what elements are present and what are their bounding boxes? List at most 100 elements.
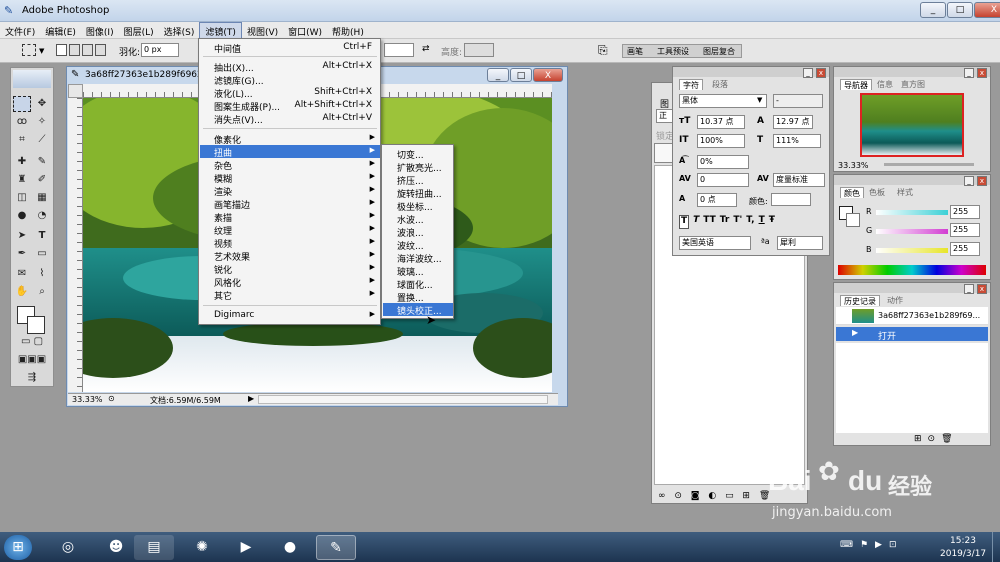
well-tab-tool-presets[interactable]: 工具预设 xyxy=(657,46,689,57)
type-tool-icon[interactable]: T xyxy=(33,228,51,244)
menu-item-liquify[interactable]: 液化(L)... Shift+Ctrl+X xyxy=(200,86,380,100)
history-brush-tool-icon[interactable]: ✐ xyxy=(33,172,51,188)
submenu-item-ripple[interactable]: 波纹... xyxy=(383,238,453,252)
menu-edit[interactable]: 编辑(E) xyxy=(40,22,81,39)
width-input[interactable] xyxy=(384,43,414,57)
menu-item-artistic[interactable]: 艺术效果 ▶ xyxy=(200,249,380,263)
dodge-tool-icon[interactable]: ◔ xyxy=(33,208,51,224)
start-button[interactable]: ⊞ xyxy=(4,535,32,560)
navigator-thumbnail[interactable] xyxy=(860,93,964,157)
taskbar-qq-icon[interactable]: ☻ xyxy=(96,535,136,560)
kerning-mode-select[interactable]: 度量标准 xyxy=(773,173,825,187)
palette-well-icon[interactable]: ⎘ xyxy=(598,43,608,58)
add-selection-icon[interactable] xyxy=(69,44,80,56)
tab-paragraph[interactable]: 段落 xyxy=(709,79,731,90)
taskbar-360-browser-icon[interactable]: ◎ xyxy=(48,535,88,560)
feather-input[interactable]: 0 px xyxy=(141,43,179,57)
submenu-item-spherize[interactable]: 球面化... xyxy=(383,277,453,291)
intersect-selection-icon[interactable] xyxy=(95,44,106,56)
horizontal-scrollbar[interactable] xyxy=(258,395,548,404)
submenu-item-shear[interactable]: 切变... xyxy=(383,147,453,161)
menu-item-render[interactable]: 渲染 ▶ xyxy=(200,184,380,198)
horizontal-scale-input[interactable]: 111% xyxy=(773,134,821,148)
marquee-tool-icon[interactable] xyxy=(13,96,31,112)
tracking-select[interactable]: 0% xyxy=(697,155,749,169)
shape-tool-icon[interactable]: ▭ xyxy=(33,246,51,262)
channel-b-slider[interactable] xyxy=(876,248,948,253)
document-close-button[interactable]: X xyxy=(533,68,563,82)
menu-item-last-filter[interactable]: 中间值 Ctrl+F xyxy=(200,41,380,55)
menu-item-filter-gallery[interactable]: 滤镜库(G)... xyxy=(200,73,380,87)
menu-item-sketch[interactable]: 素描 ▶ xyxy=(200,210,380,224)
move-tool-icon[interactable]: ✥ xyxy=(33,96,51,112)
magic-wand-tool-icon[interactable]: ✧ xyxy=(33,114,51,130)
notes-tool-icon[interactable]: ✉ xyxy=(13,266,31,282)
menu-item-extract[interactable]: 抽出(X)... Alt+Ctrl+X xyxy=(200,60,380,74)
menu-file[interactable]: 文件(F) xyxy=(0,22,40,39)
menu-item-blur[interactable]: 模糊 ▶ xyxy=(200,171,380,185)
leading-input[interactable]: 12.97 点 xyxy=(773,115,813,129)
lasso-tool-icon[interactable]: ꝏ xyxy=(13,114,31,130)
healing-brush-tool-icon[interactable]: ✚ xyxy=(13,154,31,170)
menu-item-digimarc[interactable]: Digimarc ▶ xyxy=(200,309,380,322)
menu-view[interactable]: 视图(V) xyxy=(242,22,283,39)
toolbox-header-feather-icon[interactable] xyxy=(13,70,51,88)
marquee-preset-icon[interactable] xyxy=(22,44,36,56)
minimize-button[interactable]: _ xyxy=(920,2,946,18)
all-caps-button[interactable]: TT xyxy=(703,215,716,229)
submenu-item-twirl[interactable]: 旋转扭曲... xyxy=(383,186,453,200)
system-tray-icons[interactable]: ⌨⚑▶⊡ xyxy=(840,540,940,554)
font-family-select[interactable]: 黑体 xyxy=(679,94,767,108)
channel-b-value[interactable]: 255 xyxy=(950,242,980,256)
quick-mask-mode-icon[interactable]: ▭ ▢ xyxy=(13,334,51,350)
tab-info[interactable]: 信息 xyxy=(874,79,896,90)
history-state-row[interactable]: ▶ 打开 xyxy=(836,327,988,342)
history-panel-minimize-button[interactable]: _ xyxy=(964,284,974,294)
language-select[interactable]: 美国英语 xyxy=(679,236,751,250)
history-panel-close-button[interactable]: x xyxy=(977,284,987,294)
crop-tool-icon[interactable]: ⌗ xyxy=(13,132,31,148)
navigator-zoom-slider[interactable] xyxy=(884,163,974,166)
text-color-swatch[interactable] xyxy=(771,193,811,206)
history-footer-buttons[interactable]: ⊞⊙🗑 xyxy=(914,434,959,444)
menu-window[interactable]: 窗口(W) xyxy=(283,22,327,39)
history-snapshot-row[interactable]: 3a68ff27363e1b289f69... xyxy=(836,307,988,325)
clock-date[interactable]: 2019/3/17 xyxy=(940,549,986,559)
brush-tool-icon[interactable]: ✎ xyxy=(33,154,51,170)
font-size-input[interactable]: 10.37 点 xyxy=(697,115,745,129)
vertical-scale-input[interactable]: 100% xyxy=(697,134,745,148)
character-panel-close-button[interactable]: x xyxy=(816,68,826,78)
document-maximize-button[interactable]: □ xyxy=(510,68,532,82)
menu-image[interactable]: 图像(I) xyxy=(81,22,119,39)
eyedropper-tool-icon[interactable]: ⌇ xyxy=(33,266,51,282)
well-tab-layer-comps[interactable]: 图层复合 xyxy=(703,46,735,57)
font-family-chevron-icon[interactable]: ▼ xyxy=(757,96,762,104)
anti-alias-select[interactable]: 犀利 xyxy=(777,236,823,250)
channel-r-value[interactable]: 255 xyxy=(950,205,980,219)
kerning-select[interactable]: 0 xyxy=(697,173,749,187)
baseline-shift-input[interactable]: 0 点 xyxy=(697,193,737,207)
background-swatch[interactable] xyxy=(846,213,860,227)
clock-time[interactable]: 15:23 xyxy=(950,536,976,546)
menu-layer[interactable]: 图层(L) xyxy=(119,22,159,39)
taskbar-photoshop-icon[interactable]: ✎ xyxy=(316,535,356,560)
tab-color[interactable]: 颜色 xyxy=(840,187,864,198)
submenu-item-polar-coordinates[interactable]: 极坐标... xyxy=(383,199,453,213)
submenu-item-pinch[interactable]: 挤压... xyxy=(383,173,453,187)
channel-g-value[interactable]: 255 xyxy=(950,223,980,237)
color-panel-close-button[interactable]: x xyxy=(977,176,987,186)
menu-filter[interactable]: 滤镜(T) xyxy=(199,22,242,39)
zoom-readout[interactable]: 33.33% xyxy=(72,395,103,404)
subscript-button[interactable]: T, xyxy=(746,215,754,229)
submenu-item-ocean-ripple[interactable]: 海洋波纹... xyxy=(383,251,453,265)
slice-tool-icon[interactable]: ⟋ xyxy=(33,132,51,148)
status-options-icon[interactable]: ⊙ xyxy=(108,394,115,403)
swap-dimensions-icon[interactable]: ⇄ xyxy=(422,44,430,54)
faux-bold-button[interactable]: T xyxy=(679,215,690,229)
close-button[interactable]: X xyxy=(974,2,1000,18)
submenu-item-zigzag[interactable]: 水波... xyxy=(383,212,453,226)
superscript-button[interactable]: T' xyxy=(733,215,742,229)
menu-select[interactable]: 选择(S) xyxy=(159,22,200,39)
tab-histogram[interactable]: 直方图 xyxy=(898,79,928,90)
maximize-button[interactable]: □ xyxy=(947,2,973,18)
